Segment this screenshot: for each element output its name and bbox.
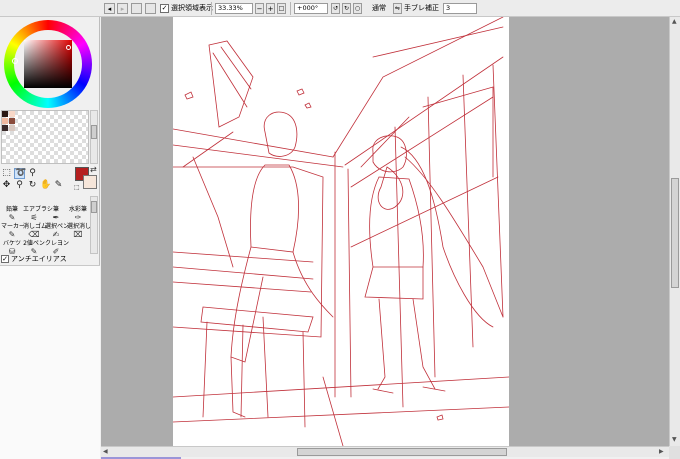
zoom-in-icon[interactable]: +: [266, 3, 275, 14]
brush-eraser[interactable]: 消しゴム ⌫: [23, 223, 48, 240]
stabilizer-label: 手ブレ補正: [404, 4, 439, 12]
brush-label: 水彩筆: [68, 206, 87, 213]
brush-select-eraser[interactable]: 選択消し ⌧: [67, 223, 92, 240]
zoom-out-icon[interactable]: −: [255, 3, 264, 14]
swatch[interactable]: [9, 111, 15, 117]
sv-picker-marker[interactable]: [66, 45, 71, 50]
canvas-paper[interactable]: [173, 17, 509, 446]
antialias-label: アンチエイリアス: [11, 255, 67, 263]
airbrush-icon: ⚟: [30, 213, 38, 222]
rotate-icon[interactable]: ↻: [27, 180, 38, 191]
zoom-reset-icon[interactable]: □: [277, 3, 286, 14]
saturation-value-square[interactable]: [24, 40, 72, 88]
scroll-right-icon[interactable]: ▶: [659, 448, 664, 455]
blend-mode-label[interactable]: 通常: [372, 3, 386, 14]
swatch-scrollbar[interactable]: [90, 110, 98, 164]
vertical-scroll-thumb[interactable]: [671, 178, 679, 288]
swatch[interactable]: [2, 118, 8, 124]
brush-tool-grid: 鉛筆 ✎ エアブラシ ⚟ 筆 ✒ 水彩筆 ✑ マーカー ✎ 消しゴム ⌫ 選択ペン ✍ 選択消し ⌧ バケツ ⛁ 2…: [1, 206, 92, 256]
swatch[interactable]: [2, 111, 8, 117]
brush-label: マーカー: [1, 223, 26, 230]
hue-picker-marker[interactable]: [12, 58, 18, 64]
flip-icon[interactable]: ⇋: [393, 3, 402, 14]
brush-marker[interactable]: マーカー ✎: [1, 223, 26, 240]
brush-label: 2値ペン: [23, 240, 45, 247]
scroll-left-icon[interactable]: ◀: [103, 448, 108, 455]
canvas-viewport[interactable]: [101, 17, 669, 446]
toolbar-separator: [290, 2, 291, 15]
tool-row-nav: ✥ ⚲ ↻ ✋ ✎: [1, 180, 64, 191]
horizontal-scroll-thumb[interactable]: [297, 448, 507, 456]
brush-pencil[interactable]: 鉛筆 ✎: [1, 206, 23, 223]
brush-label: バケツ: [2, 240, 21, 247]
redo-icon[interactable]: ▸: [117, 3, 128, 14]
tool-settings-panel: [0, 265, 100, 459]
invert-selection-icon[interactable]: [145, 3, 156, 14]
sub-color-swatch[interactable]: [83, 175, 97, 189]
top-toolbar: ◂ ▸ ✓ 選択領域表示 33.33% − + □ +000° ↺ ↻ ○ 通常…: [0, 0, 680, 17]
select-eraser-icon: ⌧: [73, 230, 83, 239]
toolbar-separator: [211, 2, 212, 15]
hand-icon[interactable]: ✋: [40, 180, 51, 191]
move-icon[interactable]: ✥: [1, 180, 12, 191]
canvas-horizontal-scrollbar[interactable]: ◀ ▶: [101, 446, 669, 457]
eraser-icon: ⌫: [28, 230, 40, 239]
marker-icon: ✎: [8, 230, 16, 239]
zoom-field[interactable]: 33.33%: [215, 3, 253, 14]
brush-label: クレヨン: [45, 240, 70, 247]
left-panel: ⬚ ➰ ⚲ ✥ ⚲ ↻ ✋ ✎ ⇄ ⬚ 鉛筆 ✎ エアブラシ ⚟ 筆 ✒ 水彩筆 ✑ マーカー ✎…: [0, 17, 100, 459]
tool-row-selection: ⬚ ➰ ⚲: [1, 168, 38, 179]
transparent-color-icon[interactable]: ⬚: [74, 184, 80, 191]
brush-label: 選択消し: [67, 223, 92, 230]
scroll-up-icon[interactable]: ▲: [672, 18, 677, 25]
paint-tool-sai-window: ◂ ▸ ✓ 選択領域表示 33.33% − + □ +000° ↺ ↻ ○ 通常…: [0, 0, 680, 459]
scrollbar-corner: [669, 446, 680, 459]
swatch-palette[interactable]: [1, 110, 89, 164]
brush-brush[interactable]: 筆 ✒: [45, 206, 67, 223]
swatch-scroll-thumb[interactable]: [91, 125, 97, 139]
rotate-right-icon[interactable]: ↻: [342, 3, 351, 14]
pencil-icon: ✎: [8, 213, 16, 222]
canvas-vertical-scrollbar[interactable]: ▲ ▼: [669, 17, 680, 446]
lineart-drawing: [173, 17, 509, 446]
brush-label: 筆: [52, 206, 59, 213]
rotation-field[interactable]: +000°: [294, 3, 328, 14]
eyedropper-icon[interactable]: ✎: [53, 180, 64, 191]
brush-icon: ✒: [52, 213, 60, 222]
rotate-left-icon[interactable]: ↺: [331, 3, 340, 14]
swap-colors-icon[interactable]: ⇄: [90, 165, 97, 174]
swatch[interactable]: [2, 125, 8, 131]
brush-select-pen[interactable]: 選択ペン ✍: [45, 223, 70, 240]
stabilizer-select[interactable]: 3: [443, 3, 477, 14]
watercolor-icon: ✑: [74, 213, 82, 222]
brush-scrollbar[interactable]: [90, 196, 98, 254]
rect-select-icon[interactable]: ⬚: [1, 168, 12, 179]
antialias-checkbox[interactable]: ✓: [1, 255, 9, 263]
select-pen-icon: ✍: [52, 230, 60, 239]
scroll-down-icon[interactable]: ▼: [672, 436, 677, 443]
color-wheel[interactable]: [4, 20, 92, 108]
brush-watercolor[interactable]: 水彩筆 ✑: [67, 206, 89, 223]
lasso-icon[interactable]: ➰: [14, 168, 26, 179]
brush-label: 選択ペン: [45, 223, 70, 230]
brush-airbrush[interactable]: エアブラシ ⚟: [23, 206, 53, 223]
swatch[interactable]: [9, 125, 15, 131]
brush-label: 消しゴム: [23, 223, 48, 230]
swatch[interactable]: [9, 118, 15, 124]
zoom-icon[interactable]: ⚲: [14, 180, 25, 191]
show-selection-label: 選択領域表示: [171, 4, 213, 12]
magic-wand-icon[interactable]: ⚲: [27, 168, 38, 179]
antialias-option[interactable]: ✓ アンチエイリアス: [1, 254, 67, 264]
show-selection-checkbox[interactable]: ✓: [160, 4, 169, 13]
undo-icon[interactable]: ◂: [104, 3, 115, 14]
deselect-icon[interactable]: [131, 3, 142, 14]
brush-scroll-thumb[interactable]: [91, 201, 97, 213]
rotate-reset-icon[interactable]: ○: [353, 3, 362, 14]
brush-label: 鉛筆: [5, 206, 18, 213]
